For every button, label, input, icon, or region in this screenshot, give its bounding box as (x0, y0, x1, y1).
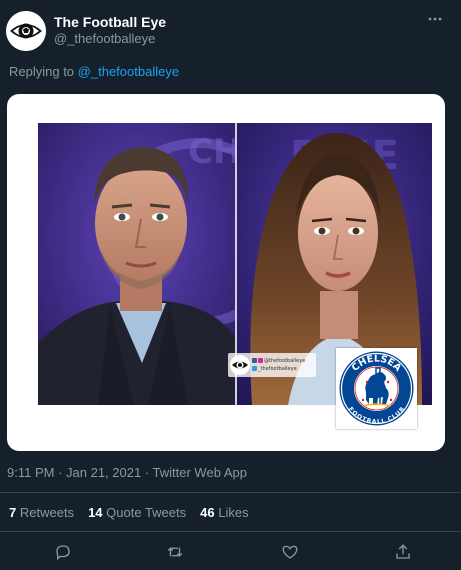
reply-icon (56, 545, 70, 561)
meta-separator: · (54, 465, 67, 480)
quote-tweets-stat[interactable]: 14 Quote Tweets (88, 505, 186, 520)
tweet-stats: 7 Retweets 14 Quote Tweets 46 Likes (9, 505, 249, 520)
retweet-icon (167, 547, 183, 557)
likes-count: 46 (200, 505, 215, 520)
photo-watermark: @thefootballeye _thefootballeye (228, 353, 316, 377)
tweet-date: Jan 21, 2021 (66, 465, 142, 480)
eye-logo-icon (230, 355, 250, 375)
quote-tweets-label: Quote Tweets (106, 505, 187, 520)
facebook-icon (252, 358, 257, 363)
instagram-icon (258, 358, 263, 363)
like-button[interactable] (278, 540, 302, 564)
replying-to: Replying to @_thefootballeye (9, 64, 179, 79)
likes-label: Likes (218, 505, 249, 520)
quote-tweets-count: 14 (88, 505, 103, 520)
chelsea-crest-icon: CHELSEA FOOTBALL CLUB (339, 351, 414, 426)
reply-mention-link[interactable]: @_thefootballeye (78, 64, 179, 79)
svg-text:CH: CH (188, 132, 241, 172)
like-icon (282, 545, 298, 559)
share-button[interactable] (391, 540, 415, 564)
tweet-source[interactable]: Twitter Web App (153, 465, 247, 480)
twitter-icon (252, 366, 257, 371)
divider (0, 531, 461, 532)
replying-to-label: Replying to (9, 64, 75, 79)
meta-separator: · (141, 465, 153, 480)
retweet-button[interactable] (163, 540, 187, 564)
tweet: The Football Eye @_thefootballeye Replyi… (0, 0, 461, 570)
tweet-time: 9:11 PM (7, 465, 55, 480)
tweet-timestamp[interactable]: 9:11 PM · Jan 21, 2021 · Twitter Web App (7, 465, 247, 480)
eye-logo-icon (6, 11, 46, 51)
divider (0, 492, 461, 493)
watermark-line2: _thefootballeye (258, 366, 297, 372)
user-handle[interactable]: @_thefootballeye (54, 31, 155, 46)
chelsea-badge: CHELSEA FOOTBALL CLUB (336, 348, 417, 429)
watermark-line1: @thefootballeye (264, 358, 306, 364)
display-name[interactable]: The Football Eye (54, 14, 166, 30)
tweet-actions (0, 538, 461, 568)
retweets-count: 7 (9, 505, 17, 520)
share-icon (396, 544, 410, 559)
avatar[interactable] (6, 11, 46, 51)
tweet-media[interactable]: CH ELSE (7, 94, 445, 451)
retweets-label: Retweets (19, 505, 75, 520)
more-options-icon[interactable] (421, 10, 449, 38)
likes-stat[interactable]: 46 Likes (200, 505, 248, 520)
reply-button[interactable] (51, 540, 75, 564)
retweets-stat[interactable]: 7 Retweets (9, 505, 74, 520)
